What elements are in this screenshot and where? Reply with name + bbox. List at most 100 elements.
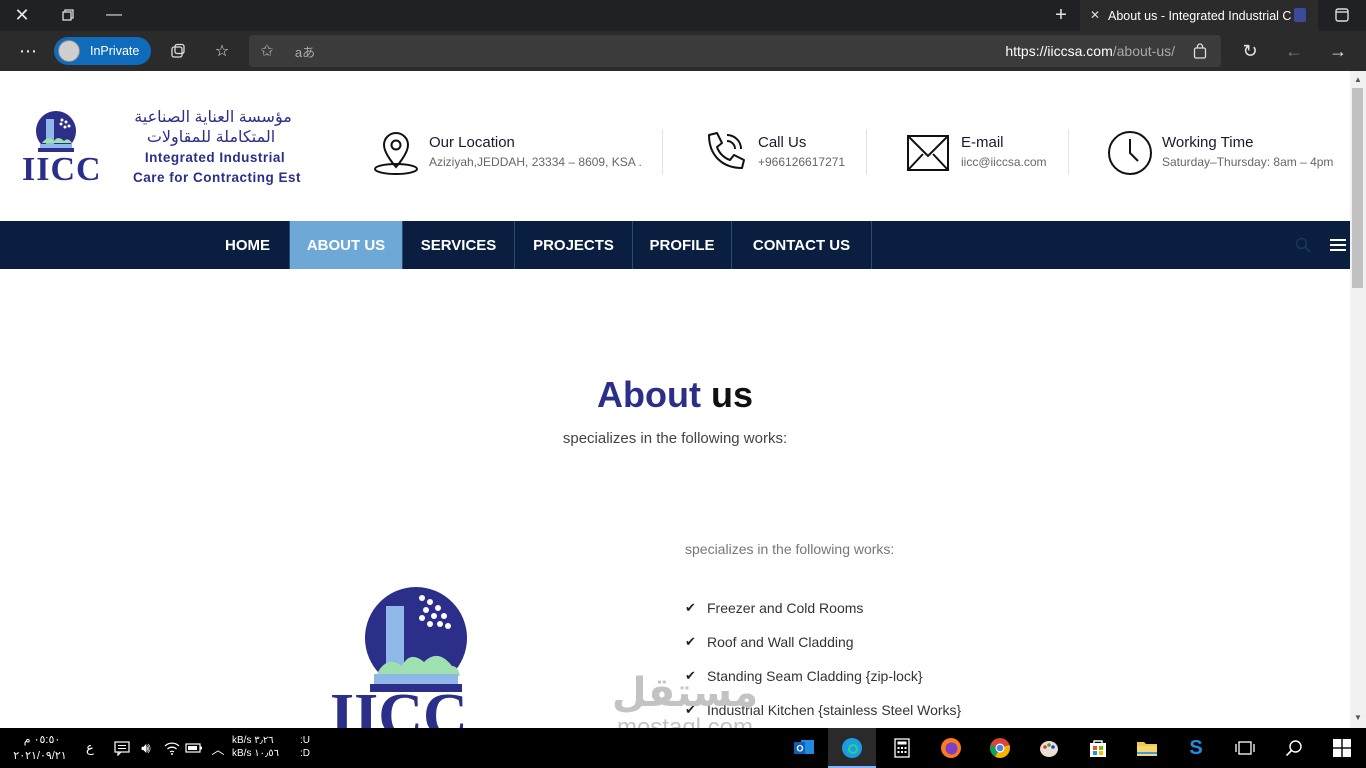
input-language[interactable]: ع (86, 740, 94, 756)
location-pin-icon (374, 131, 418, 175)
logo-emblem-icon (36, 111, 76, 152)
net-upload: kB/s ٣٫٢٦ (232, 735, 274, 746)
back-icon[interactable]: ← (1282, 39, 1306, 63)
nav-services[interactable]: SERVICES (403, 221, 515, 269)
call-value[interactable]: +966126617271 (758, 155, 845, 169)
url-path: /about-us/ (1112, 43, 1175, 59)
address-bar[interactable]: ✩ aあ https://iiccsa.com/about-us/ (249, 35, 1221, 67)
watermark: مستقل mostaql.com (600, 671, 770, 728)
show-hidden-icons-icon[interactable]: ︿ (206, 736, 230, 760)
app-s-icon[interactable]: S (1184, 736, 1208, 760)
forward-icon[interactable]: → (1326, 39, 1350, 63)
battery-icon[interactable] (182, 736, 206, 760)
store-icon[interactable] (1086, 736, 1110, 760)
start-windows-icon[interactable] (1330, 736, 1354, 760)
logo-arabic-line1: مؤسسة العناية الصناعية (134, 109, 292, 126)
calculator-icon[interactable] (890, 736, 914, 760)
check-icon: ✔ (685, 600, 696, 615)
tab-close-icon[interactable]: ✕ (1090, 8, 1100, 22)
watermark-latin: mostaql.com (616, 714, 754, 729)
svg-text:O: O (797, 744, 804, 754)
restore-window-icon[interactable] (54, 3, 82, 27)
logo-english-line2: Care for Contracting Est (132, 170, 302, 185)
main-nav: HOME ABOUT US SERVICES PROJECTS PROFILE … (0, 221, 1350, 269)
net-download: kB/s ١٠٫٥٦ (232, 748, 279, 759)
title-us: us (710, 374, 753, 415)
nav-projects[interactable]: PROJECTS (515, 221, 633, 269)
work-label: Roof and Wall Cladding (707, 634, 854, 650)
divider (1068, 129, 1069, 175)
minimize-window-icon[interactable]: — (100, 3, 128, 27)
logo-arabic-line2: المتكاملة للمقاولات (146, 129, 276, 146)
scroll-down-icon[interactable]: ▼ (1354, 713, 1362, 722)
more-menu-icon[interactable]: ⋯ (14, 39, 42, 63)
clock-date[interactable]: ٢٠٢١/٠٩/٢١ (12, 749, 68, 762)
clock-time[interactable]: ٠٥:٥٠ م (18, 733, 66, 746)
nav-contact-us[interactable]: CONTACT US (732, 221, 872, 269)
divider (662, 129, 663, 175)
task-view-icon[interactable] (1233, 736, 1257, 760)
file-explorer-icon[interactable] (1135, 736, 1159, 760)
clock-icon (1108, 131, 1152, 175)
tab-favicon-icon (1294, 8, 1306, 22)
browser-toolbar: ⋯ InPrivate ☆ ✩ aあ https://iiccsa.com/ab… (0, 31, 1366, 71)
watermark-arabic: مستقل (611, 671, 759, 715)
close-window-icon[interactable]: ✕ (8, 3, 36, 27)
inprivate-badge[interactable]: InPrivate (54, 37, 151, 65)
volume-icon[interactable]: 🔊︎ (134, 736, 158, 760)
collections-icon[interactable] (166, 39, 190, 63)
wifi-icon[interactable] (160, 736, 184, 760)
read-aloud-icon[interactable]: aあ (293, 39, 317, 63)
location-title: Our Location (429, 134, 515, 151)
call-title: Call Us (758, 134, 807, 151)
logo-english-line1: Integrated Industrial (144, 150, 286, 165)
inprivate-label: InPrivate (90, 44, 140, 58)
tab-actions-icon[interactable] (1330, 4, 1354, 26)
work-label: Freezer and Cold Rooms (707, 600, 864, 616)
url-text[interactable]: https://iiccsa.com/about-us/ (1005, 43, 1175, 59)
drive-u: :U (300, 735, 310, 746)
tab-title: About us - Integrated Industrial C (1108, 8, 1292, 23)
email-title: E-mail (961, 134, 1004, 151)
firefox-icon[interactable] (939, 736, 963, 760)
search-icon[interactable] (1282, 736, 1306, 760)
web-page: IICC مؤسسة العناية الصناعية المتكاملة لل… (0, 71, 1350, 728)
paint-icon[interactable] (1037, 736, 1061, 760)
notifications-icon[interactable] (110, 736, 134, 760)
avatar (58, 40, 80, 62)
scroll-up-icon[interactable]: ▲ (1354, 75, 1362, 84)
site-logo[interactable]: IICC مؤسسة العناية الصناعية المتكاملة لل… (20, 107, 320, 191)
nav-home[interactable]: HOME (206, 221, 290, 269)
logo-image-brand: IICC (330, 682, 468, 728)
favorites-icon[interactable]: ☆ (210, 39, 234, 63)
refresh-icon[interactable]: ↻ (1238, 39, 1262, 63)
url-host: https://iiccsa.com (1005, 43, 1113, 59)
browser-tab[interactable]: ✕ About us - Integrated Industrial C (1080, 0, 1318, 31)
nav-about-us[interactable]: ABOUT US (290, 221, 403, 269)
location-value: Aziziyah,JEDDAH, 23334 – 8609, KSA . (429, 155, 642, 169)
email-value[interactable]: iicc@iiccsa.com (961, 155, 1047, 169)
edge-icon[interactable] (840, 736, 864, 760)
browser-titlebar: ✕ — + ✕ About us - Integrated Industrial… (0, 0, 1366, 31)
company-logo-image: IICC (330, 587, 468, 728)
nav-profile[interactable]: PROFILE (633, 221, 732, 269)
scrollbar-thumb[interactable] (1352, 88, 1363, 288)
title-about: About (597, 374, 701, 415)
new-tab-icon[interactable]: + (1048, 3, 1074, 27)
chrome-icon[interactable] (988, 736, 1012, 760)
phone-icon (708, 132, 745, 169)
divider (866, 129, 867, 175)
logo-brand: IICC (22, 151, 102, 188)
page-subtitle: specializes in the following works: (562, 430, 788, 447)
shopping-bag-icon[interactable] (1188, 39, 1212, 63)
list-item: ✔ Freezer and Cold Rooms (685, 600, 863, 616)
hours-title: Working Time (1162, 134, 1254, 151)
works-heading: specializes in the following works: (685, 541, 895, 557)
envelope-icon (907, 135, 949, 171)
page-title: About us (0, 374, 1350, 416)
search-icon[interactable] (1295, 237, 1311, 253)
outlook-icon[interactable]: O (792, 736, 816, 760)
hamburger-menu-icon[interactable] (1329, 237, 1347, 253)
list-item: ✔ Roof and Wall Cladding (685, 634, 854, 650)
add-favorite-icon[interactable]: ✩ (255, 39, 279, 63)
